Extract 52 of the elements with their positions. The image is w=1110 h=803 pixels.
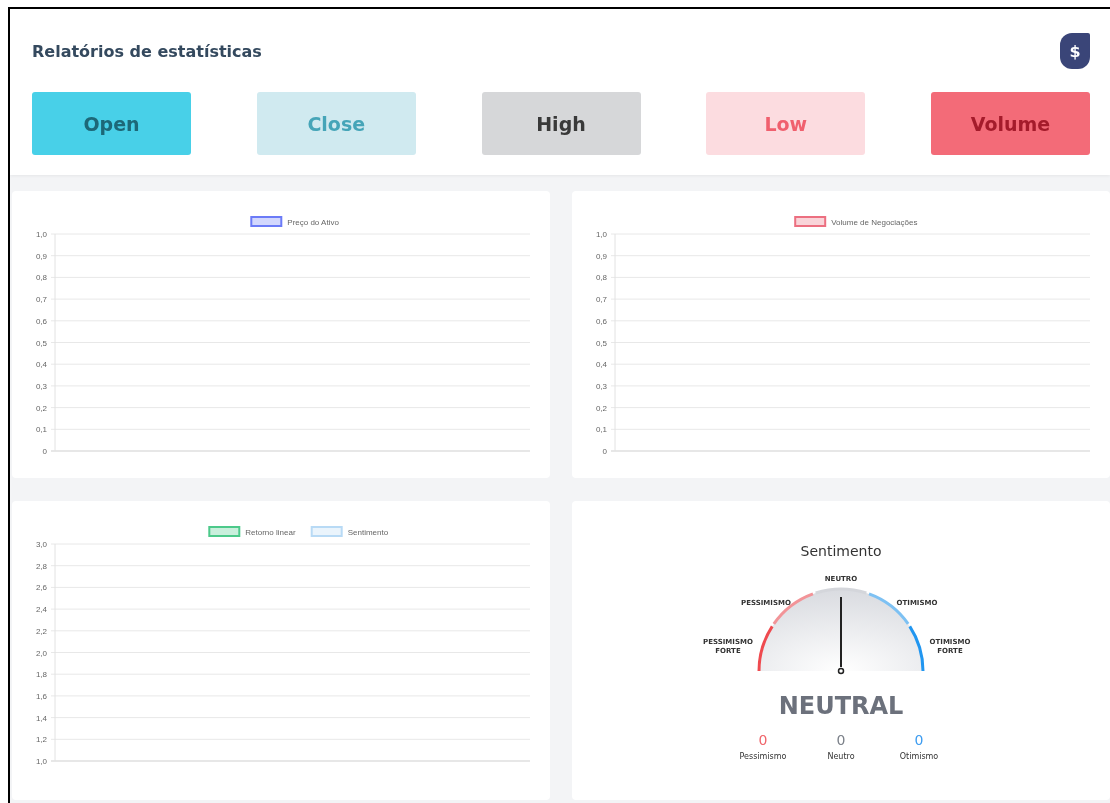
- axis-tick-label: 2,4: [35, 605, 47, 615]
- count-value: 0: [836, 732, 846, 748]
- legend-label[interactable]: Retorno linear: [245, 528, 296, 537]
- filter-button[interactable]: High: [481, 92, 641, 155]
- axis-tick-label: 0,3: [35, 381, 47, 391]
- page-title: Relatórios de estatísticas: [32, 41, 262, 61]
- axis-tick-label: 0,5: [35, 338, 47, 348]
- axis-tick-label: 1,0: [35, 757, 47, 766]
- axis-tick-label: 1,0: [35, 230, 47, 239]
- axis-tick-label: 0,8: [595, 273, 607, 283]
- filter-button[interactable]: Open: [32, 92, 191, 155]
- axis-tick-label: 0,3: [595, 381, 607, 391]
- axis-tick-label: 0,4: [595, 360, 607, 370]
- axis-tick-label: 0,1: [595, 425, 607, 435]
- axis-tick-label: 2,8: [35, 561, 47, 571]
- axis-tick-label: 1,2: [35, 735, 47, 745]
- axis-tick-label: 0,5: [595, 338, 607, 348]
- axis-tick-label: 0,4: [35, 360, 47, 370]
- dollar-badge[interactable]: $: [1060, 33, 1090, 69]
- count-label: Pessimismo: [739, 752, 787, 761]
- legend-label[interactable]: Volume de Negociações: [831, 218, 918, 227]
- axis-tick-label: 0,2: [35, 403, 47, 413]
- legend-swatch[interactable]: [250, 216, 283, 227]
- axis-tick-label: 0,9: [35, 251, 47, 261]
- legend-label[interactable]: Preço do Ativo: [287, 218, 339, 227]
- axis-tick-label: 3,0: [35, 540, 47, 549]
- axis-tick-label: 1,8: [35, 670, 47, 680]
- count-label: Neutro: [827, 752, 855, 761]
- axis-tick-label: 0,7: [35, 295, 47, 305]
- axis-tick-label: 0,8: [35, 273, 47, 283]
- axis-tick-label: 0,7: [595, 295, 607, 305]
- axis-tick-label: 0,6: [595, 316, 607, 326]
- legend-label[interactable]: Sentimento: [347, 528, 389, 537]
- axis-tick-label: 1,6: [35, 691, 47, 701]
- axis-tick-label: 1,0: [595, 230, 607, 239]
- count-label: Otimismo: [899, 752, 939, 761]
- axis-tick-label: 2,2: [35, 626, 47, 636]
- legend-swatch[interactable]: [794, 216, 827, 227]
- axis-tick-label: 0,2: [595, 403, 607, 413]
- axis-tick-label: 0,6: [35, 316, 47, 326]
- sentiment-verdict: NEUTRAL: [778, 692, 904, 720]
- axis-tick-label: 0,9: [595, 251, 607, 261]
- axis-tick-label: 0: [42, 447, 47, 456]
- axis-tick-label: 1,4: [35, 713, 47, 723]
- axis-tick-label: 0,1: [35, 425, 47, 435]
- axis-tick-label: 0: [602, 447, 607, 456]
- count-value: 0: [758, 732, 768, 748]
- count-value: 0: [914, 732, 924, 748]
- axis-tick-label: 2,6: [35, 583, 47, 593]
- card-title: Sentimento: [800, 543, 882, 559]
- axis-tick-label: 2,0: [35, 648, 47, 658]
- legend-swatch[interactable]: [208, 526, 241, 537]
